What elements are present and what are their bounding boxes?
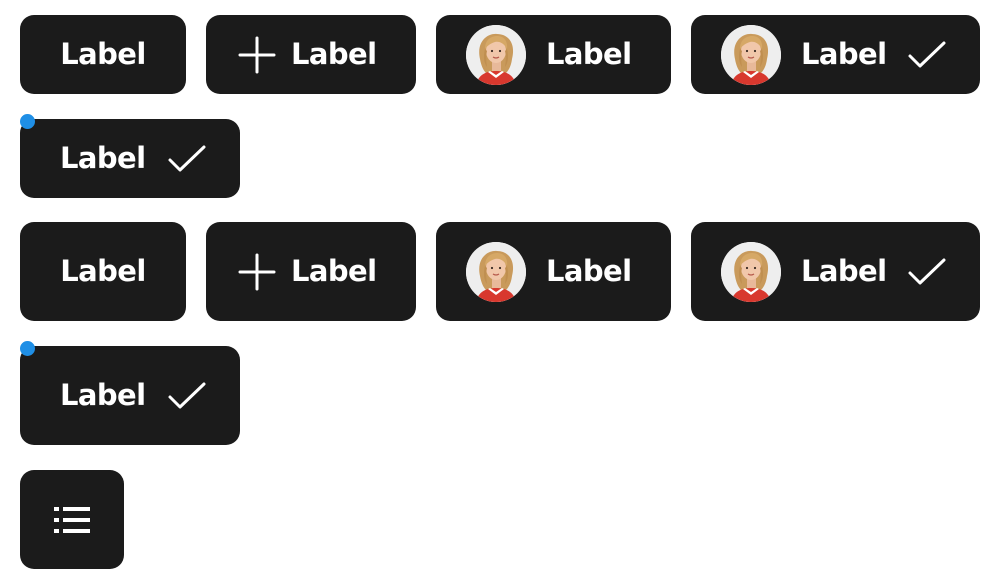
label-selected-chip[interactable]: Label — [20, 346, 240, 445]
chip-label: Label — [60, 141, 146, 175]
avatar — [466, 25, 526, 85]
add-label-chip[interactable]: Label — [206, 15, 416, 94]
notification-dot — [20, 114, 35, 129]
plus-icon — [237, 35, 277, 75]
avatar-label-chip[interactable]: Label — [436, 15, 671, 94]
avatar — [721, 25, 781, 85]
checkmark-icon — [906, 38, 948, 72]
chip-label: Label — [291, 254, 377, 288]
chip-label: Label — [60, 378, 146, 412]
chip-label: Label — [291, 37, 377, 71]
checkmark-icon — [166, 379, 208, 413]
chip-label: Label — [801, 254, 887, 288]
avatar — [466, 242, 526, 302]
notification-dot — [20, 341, 35, 356]
label-chip[interactable]: Label — [20, 222, 186, 321]
checkmark-icon — [906, 255, 948, 289]
chip-label: Label — [60, 254, 146, 288]
list-chip[interactable] — [20, 470, 124, 569]
avatar-label-selected-chip[interactable]: Label — [691, 15, 980, 94]
chip-label: Label — [60, 37, 146, 71]
avatar-label-selected-chip[interactable]: Label — [691, 222, 980, 321]
avatar — [721, 242, 781, 302]
chip-label: Label — [546, 254, 632, 288]
label-chip[interactable]: Label — [20, 15, 186, 94]
add-label-chip[interactable]: Label — [206, 222, 416, 321]
checkmark-icon — [166, 142, 208, 176]
chip-label: Label — [546, 37, 632, 71]
list-icon — [53, 503, 91, 537]
plus-icon — [237, 252, 277, 292]
label-selected-chip[interactable]: Label — [20, 119, 240, 198]
avatar-label-chip[interactable]: Label — [436, 222, 671, 321]
chip-label: Label — [801, 37, 887, 71]
